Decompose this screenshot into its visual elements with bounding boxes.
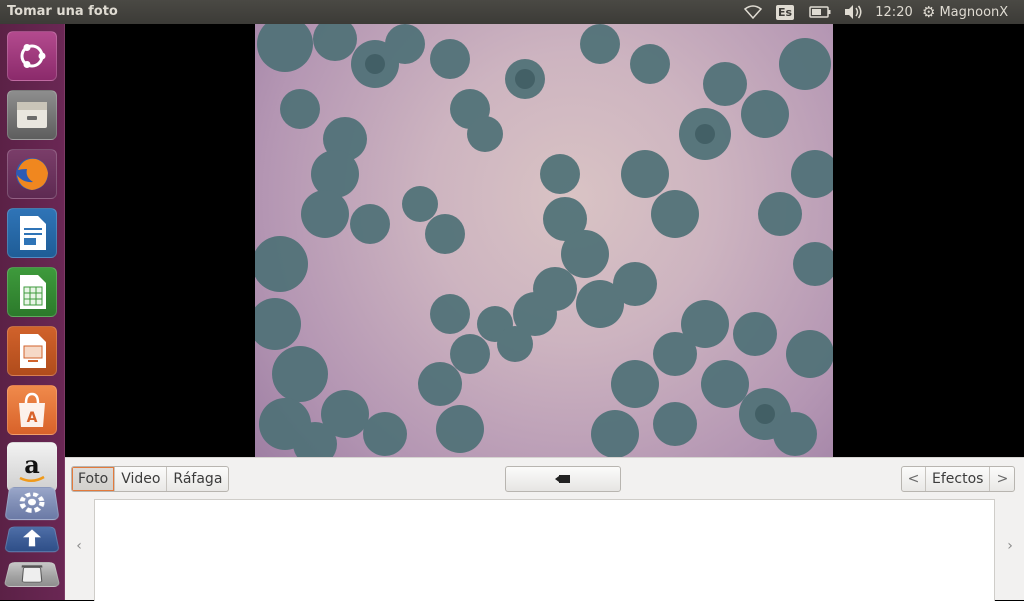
updater-icon[interactable] [4,526,60,553]
libreoffice-calc-icon[interactable] [7,267,57,317]
wifi-icon[interactable] [742,0,764,24]
session-menu[interactable]: ⚙ MagnoonX [922,0,1022,24]
firefox-icon[interactable] [7,149,57,199]
libreoffice-impress-icon[interactable] [7,326,57,376]
ubuntu-dash-icon[interactable] [7,31,57,81]
keyboard-layout-indicator[interactable]: Es [774,0,796,24]
trash-icon[interactable] [3,562,61,587]
photo-gallery-strip[interactable] [94,499,995,601]
user-name: MagnoonX [939,4,1009,20]
clock[interactable]: 12:20 [874,0,914,24]
mode-video-button[interactable]: Video [115,467,168,491]
top-panel: Tomar una foto Es 12:20 ⚙ MagnoonX [0,0,1024,24]
camera-controls: Foto Video Ráfaga < Efectos > ‹ › [65,457,1024,601]
window-title: Tomar una foto [7,4,118,19]
take-photo-button[interactable] [505,466,621,492]
microscope-cells-image [255,24,833,457]
keyboard-layout-label: Es [775,4,795,20]
effects-next-button[interactable]: > [990,467,1014,491]
svg-text:a: a [24,450,40,479]
system-settings-icon[interactable] [4,487,60,520]
effects-switcher: < Efectos > [901,466,1016,492]
camera-feed-image [255,24,833,457]
gallery-scroll-left-button[interactable]: ‹ [71,538,87,554]
files-icon[interactable] [7,90,57,140]
camera-icon [555,475,570,483]
effects-prev-button[interactable]: < [902,467,926,491]
gear-icon: ⚙ [922,3,936,21]
capture-mode-switcher: Foto Video Ráfaga [71,466,230,492]
camera-viewfinder [65,24,1024,457]
launcher: A a [0,24,65,600]
ubuntu-software-icon[interactable]: A [7,385,57,435]
battery-icon[interactable] [807,0,833,24]
mode-burst-button[interactable]: Ráfaga [167,467,228,491]
gallery-scroll-right-button[interactable]: › [1002,538,1018,554]
effects-button[interactable]: Efectos [926,467,991,491]
libreoffice-writer-icon[interactable] [7,208,57,258]
volume-icon[interactable] [841,0,865,24]
mode-photo-button[interactable]: Foto [72,467,116,491]
amazon-icon[interactable]: a [7,442,57,492]
